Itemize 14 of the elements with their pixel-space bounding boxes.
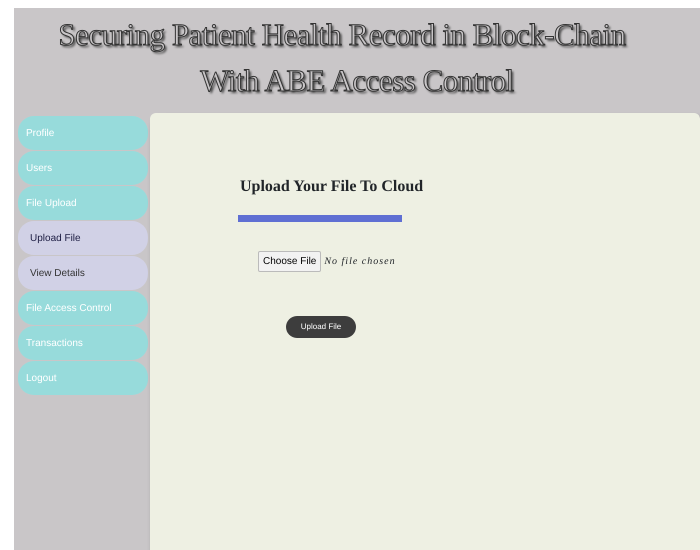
page-title: With ABE Access Control [200,62,514,100]
sidebar-item[interactable]: Profile [18,116,148,150]
sidebar-item[interactable]: Transactions [18,326,148,360]
sidebar-subitem[interactable]: Upload File [18,221,148,255]
sidebar-item[interactable]: File Access Control [18,291,148,325]
page-title: Securing Patient Health Record in Block-Chain [58,12,656,58]
sidebar-subitem[interactable]: View Details [18,256,148,290]
sidebar-item[interactable]: Logout [18,361,148,395]
sidebar-item[interactable]: File Upload [18,186,148,220]
section-heading: Upload Your File To Cloud [240,177,424,197]
sidebar-item[interactable]: Users [18,151,148,185]
file-status: No file chosen [324,255,396,269]
choose-file-button[interactable]: Choose File [258,251,322,272]
upload-button[interactable]: Upload File [286,316,356,338]
